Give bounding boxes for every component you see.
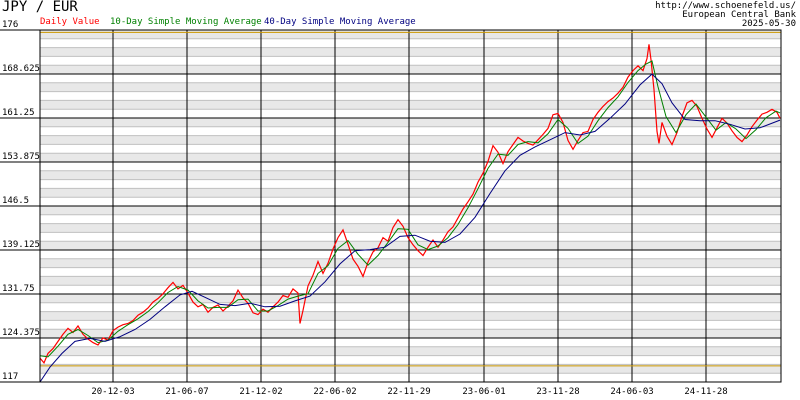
- y-tick-label: 146.5: [2, 196, 29, 206]
- grid-band: [40, 241, 781, 250]
- y-tick-label: 131.75: [2, 284, 35, 294]
- y-tick-label: 153.875: [2, 152, 40, 162]
- y-tick-label: 168.625: [2, 64, 40, 74]
- grid-band: [40, 82, 781, 92]
- y-tick-label: 161.25: [2, 108, 35, 118]
- x-tick-label: 23-06-01: [462, 387, 505, 397]
- legend-sma10: 10-Day Simple Moving Average: [110, 17, 262, 27]
- x-axis-ticks: 20-12-03 21-06-07 21-12-02 22-06-02 22-11-29…: [91, 387, 727, 397]
- x-tick-label: 24-06-03: [610, 387, 653, 397]
- plot-grid: [0, 29, 781, 383]
- y-tick-label: 176: [2, 20, 18, 30]
- plot-bands: [40, 30, 781, 374]
- grid-band: [40, 170, 781, 180]
- grid-band: [40, 47, 781, 57]
- x-tick-label: 21-12-02: [239, 387, 282, 397]
- grid-band: [40, 258, 781, 268]
- grid-band: [40, 65, 781, 74]
- x-tick-label: 22-11-29: [387, 387, 430, 397]
- x-tick-label: 23-11-28: [536, 387, 579, 397]
- x-tick-label: 24-11-28: [684, 387, 727, 397]
- grid-band: [40, 276, 781, 286]
- grid-band: [40, 223, 781, 233]
- grid-band: [40, 153, 781, 162]
- x-tick-label: 21-06-07: [165, 387, 208, 397]
- grid-band: [40, 100, 781, 110]
- legend-sma40: 40-Day Simple Moving Average: [264, 17, 416, 27]
- chart-svg: 176 168.625 161.25 153.875 146.5 139.125 131.7…: [0, 20, 782, 397]
- legend-daily-value: Daily Value: [40, 17, 100, 27]
- grid-band: [40, 206, 781, 215]
- y-tick-label: 124.375: [2, 328, 40, 338]
- grid-band: [40, 329, 781, 338]
- y-tick-label: 139.125: [2, 240, 40, 250]
- grid-band: [40, 30, 781, 39]
- y-tick-label: 117: [2, 372, 18, 382]
- x-tick-label: 22-06-02: [313, 387, 356, 397]
- x-tick-label: 20-12-03: [91, 387, 134, 397]
- chart-title: JPY / EUR: [2, 0, 78, 15]
- grid-band: [40, 188, 781, 198]
- grid-band: [40, 294, 781, 303]
- grid-band: [40, 346, 781, 356]
- chart-date: 2025-05-30: [741, 19, 796, 29]
